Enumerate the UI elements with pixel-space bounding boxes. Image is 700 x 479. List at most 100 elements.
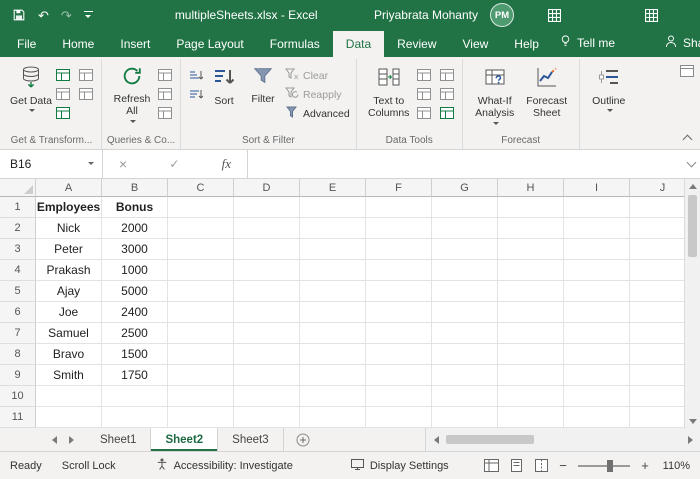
scroll-left-icon[interactable]: [429, 435, 443, 444]
user-name[interactable]: Priyabrata Mohanty: [374, 8, 478, 22]
cell-H6[interactable]: [498, 302, 564, 323]
tab-formulas[interactable]: Formulas: [257, 31, 333, 57]
cell-A2[interactable]: Nick: [36, 218, 102, 239]
ribbon-display-options-icon[interactable]: [680, 65, 694, 80]
cell-E7[interactable]: [300, 323, 366, 344]
formula-input[interactable]: [248, 150, 682, 178]
cell-B4[interactable]: 1000: [102, 260, 168, 281]
cell-C1[interactable]: [168, 197, 234, 218]
cell-I7[interactable]: [564, 323, 630, 344]
row-header-3[interactable]: 3: [0, 239, 36, 260]
cell-E9[interactable]: [300, 365, 366, 386]
cell-G6[interactable]: [432, 302, 498, 323]
display-settings-button[interactable]: Display Settings: [350, 458, 449, 473]
zoom-out-button[interactable]: −: [557, 458, 569, 473]
cell-G11[interactable]: [432, 407, 498, 428]
cell-G10[interactable]: [432, 386, 498, 407]
column-header-I[interactable]: I: [564, 179, 630, 197]
cell-E10[interactable]: [300, 386, 366, 407]
tab-file[interactable]: File: [4, 31, 49, 57]
cell-F1[interactable]: [366, 197, 432, 218]
from-text-csv-icon[interactable]: [54, 67, 72, 83]
cell-C5[interactable]: [168, 281, 234, 302]
cell-C3[interactable]: [168, 239, 234, 260]
row-header-1[interactable]: 1: [0, 197, 36, 218]
cell-D6[interactable]: [234, 302, 300, 323]
scroll-right-icon[interactable]: [683, 435, 697, 444]
cell-E1[interactable]: [300, 197, 366, 218]
cell-E4[interactable]: [300, 260, 366, 281]
cell-B1[interactable]: Bonus: [102, 197, 168, 218]
cancel-icon[interactable]: ×: [119, 156, 127, 172]
cell-A6[interactable]: Joe: [36, 302, 102, 323]
cell-A10[interactable]: [36, 386, 102, 407]
cell-C11[interactable]: [168, 407, 234, 428]
cell-A9[interactable]: Smith: [36, 365, 102, 386]
sheet-tab-sheet1[interactable]: Sheet1: [86, 428, 152, 451]
filter-button[interactable]: Filter: [243, 61, 283, 135]
row-header-5[interactable]: 5: [0, 281, 36, 302]
cell-C4[interactable]: [168, 260, 234, 281]
sort-button[interactable]: Sort: [205, 61, 243, 135]
cell-I1[interactable]: [564, 197, 630, 218]
cell-F7[interactable]: [366, 323, 432, 344]
cell-D4[interactable]: [234, 260, 300, 281]
zoom-slider[interactable]: [578, 459, 630, 472]
horizontal-scroll-thumb[interactable]: [446, 435, 534, 444]
cell-D2[interactable]: [234, 218, 300, 239]
cell-C6[interactable]: [168, 302, 234, 323]
row-header-7[interactable]: 7: [0, 323, 36, 344]
name-box[interactable]: B16: [0, 150, 103, 178]
cell-B7[interactable]: 2500: [102, 323, 168, 344]
normal-view-icon[interactable]: [482, 457, 500, 475]
advanced-filter-button[interactable]: Advanced: [285, 106, 350, 121]
cell-F3[interactable]: [366, 239, 432, 260]
queries-connections-icon[interactable]: [156, 67, 174, 83]
cell-C8[interactable]: [168, 344, 234, 365]
tab-review[interactable]: Review: [384, 31, 449, 57]
properties-icon[interactable]: [156, 86, 174, 102]
cell-I3[interactable]: [564, 239, 630, 260]
cell-F6[interactable]: [366, 302, 432, 323]
cell-C9[interactable]: [168, 365, 234, 386]
cell-B5[interactable]: 5000: [102, 281, 168, 302]
cell-E2[interactable]: [300, 218, 366, 239]
column-header-D[interactable]: D: [234, 179, 300, 197]
cell-B3[interactable]: 3000: [102, 239, 168, 260]
cell-C2[interactable]: [168, 218, 234, 239]
zoom-in-button[interactable]: +: [639, 458, 651, 473]
cell-G3[interactable]: [432, 239, 498, 260]
cell-B8[interactable]: 1500: [102, 344, 168, 365]
cell-F5[interactable]: [366, 281, 432, 302]
undo-icon[interactable]: ↶: [38, 9, 49, 22]
cell-G8[interactable]: [432, 344, 498, 365]
cell-H10[interactable]: [498, 386, 564, 407]
cell-C10[interactable]: [168, 386, 234, 407]
column-header-H[interactable]: H: [498, 179, 564, 197]
scroll-down-icon[interactable]: [685, 414, 700, 428]
column-header-B[interactable]: B: [102, 179, 168, 197]
row-header-10[interactable]: 10: [0, 386, 36, 407]
cell-B2[interactable]: 2000: [102, 218, 168, 239]
column-header-F[interactable]: F: [366, 179, 432, 197]
zoom-level[interactable]: 110%: [658, 460, 690, 472]
page-break-preview-icon[interactable]: [532, 457, 550, 475]
manage-data-model-icon[interactable]: [438, 105, 456, 121]
share-button[interactable]: Share: [657, 29, 700, 57]
cell-B10[interactable]: [102, 386, 168, 407]
tab-home[interactable]: Home: [49, 31, 107, 57]
vertical-scrollbar[interactable]: [684, 179, 700, 428]
cell-H5[interactable]: [498, 281, 564, 302]
sheet-tab-sheet2[interactable]: Sheet2: [151, 428, 219, 451]
tab-view[interactable]: View: [450, 31, 502, 57]
text-to-columns-button[interactable]: Text to Columns: [363, 61, 415, 135]
refresh-all-button[interactable]: Refresh All: [108, 61, 156, 135]
cell-A1[interactable]: Employees: [36, 197, 102, 218]
cell-A11[interactable]: [36, 407, 102, 428]
cell-F9[interactable]: [366, 365, 432, 386]
window-grid-icon[interactable]: [645, 8, 658, 22]
collapse-ribbon-icon[interactable]: [682, 134, 693, 145]
column-header-G[interactable]: G: [432, 179, 498, 197]
sort-descending-icon[interactable]: [187, 86, 205, 102]
cell-E8[interactable]: [300, 344, 366, 365]
